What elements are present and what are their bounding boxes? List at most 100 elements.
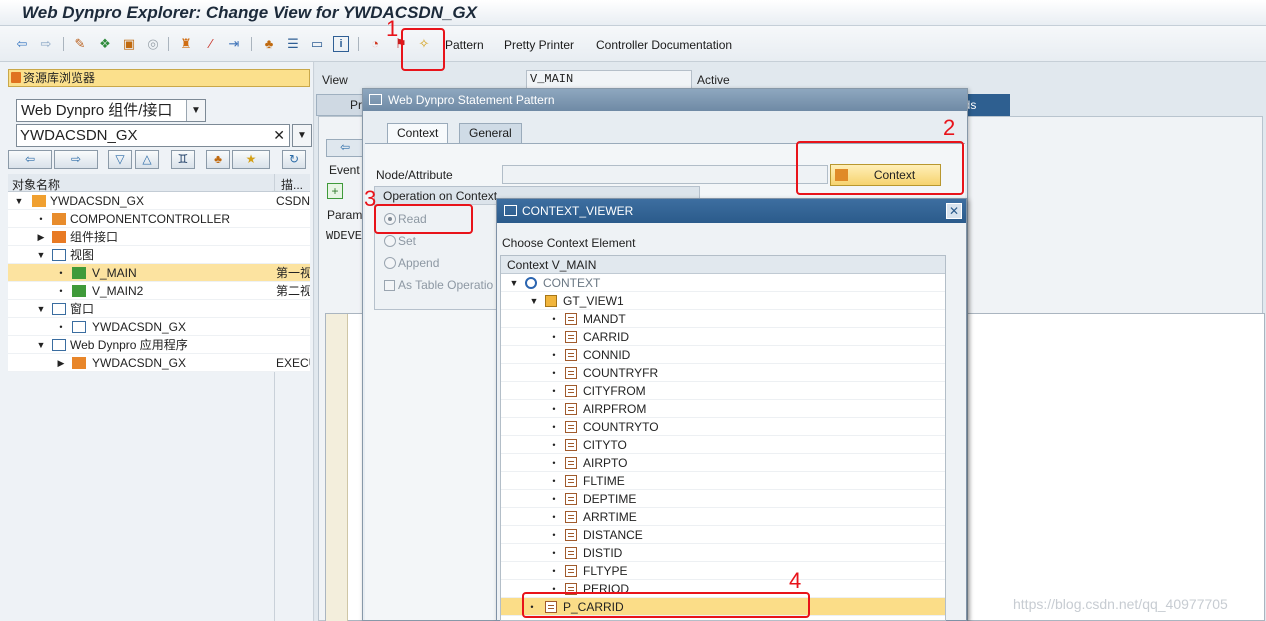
radio-set[interactable]: Set (384, 234, 416, 248)
object-dropdown-button[interactable]: ▼ (292, 124, 312, 147)
node-folder-icon (545, 295, 557, 307)
back-arrow-icon[interactable]: ⇦ (326, 139, 364, 157)
tree-row[interactable]: • V_MAIN2 第二视 (8, 282, 310, 300)
expand-icon[interactable]: △ (135, 150, 159, 169)
add-row-icon[interactable]: + (327, 183, 343, 199)
attribute-row[interactable]: • CONNID (501, 346, 945, 364)
tree-row[interactable]: • COMPONENTCONTROLLER (8, 210, 310, 228)
view-icon (72, 267, 86, 279)
bullet-icon: • (552, 494, 556, 504)
node-attribute-label: Node/Attribute (376, 168, 453, 182)
context-node-row[interactable]: ▼ GT_VIEW1 (501, 292, 945, 310)
expanded-toggle-icon[interactable]: ▼ (509, 274, 519, 292)
favorites-star-icon[interactable]: ★ (232, 150, 270, 169)
radio-append[interactable]: Append (384, 256, 439, 270)
watermark: https://blog.csdn.net/qq_40977705 (1013, 596, 1228, 612)
expanded-toggle-icon[interactable]: ▼ (14, 192, 24, 210)
attribute-row[interactable]: • DISTANCE (501, 526, 945, 544)
choose-context-element-label: Choose Context Element (502, 236, 636, 250)
transport-icon[interactable]: ⇥ (226, 36, 242, 52)
attribute-row[interactable]: • CITYTO (501, 436, 945, 454)
expanded-toggle-icon[interactable]: ▼ (36, 246, 46, 264)
attribute-row[interactable]: • CITYFROM (501, 382, 945, 400)
forward-arrow-icon[interactable]: ⇨ (38, 36, 54, 52)
chevron-down-icon[interactable]: ▼ (186, 100, 205, 121)
tree-row[interactable]: • YWDACSDN_GX (8, 318, 310, 336)
status-label: Active (697, 73, 730, 87)
tree-row[interactable]: ▼ 视图 (8, 246, 310, 264)
expanded-toggle-icon[interactable]: ▼ (36, 300, 46, 318)
context-root-row[interactable]: ▼ CONTEXT (501, 274, 945, 292)
tab-general[interactable]: General (459, 123, 522, 143)
circle-icon[interactable]: ◎ (145, 36, 161, 52)
annotation-box-2 (796, 141, 964, 195)
column-object-name: 对象名称 (12, 178, 61, 192)
bullet-icon: • (552, 476, 556, 486)
attribute-row[interactable]: • DEPTIME (501, 490, 945, 508)
pattern-button[interactable]: Pattern (445, 38, 484, 52)
attribute-icon (565, 313, 577, 325)
bullet-icon: • (552, 422, 556, 432)
collapse-icon[interactable]: ▽ (108, 150, 132, 169)
collapsed-toggle-icon[interactable]: ▶ (56, 354, 66, 372)
back-arrow-icon[interactable]: ⇦ (8, 150, 52, 169)
refresh-icon[interactable]: ↻ (282, 150, 306, 169)
info-icon[interactable]: i (333, 36, 349, 52)
attribute-row[interactable]: • MANDT (501, 310, 945, 328)
node-attribute-field[interactable] (502, 165, 828, 184)
attribute-row[interactable]: • AIRPTO (501, 454, 945, 472)
object-category-select[interactable]: Web Dynpro 组件/接口 ▼ (16, 99, 206, 122)
list-icon[interactable]: ☰ (285, 36, 301, 52)
context-tree-header: Context V_MAIN (501, 256, 945, 274)
radio-icon (384, 257, 396, 269)
object-name-input[interactable]: YWDACSDN_GX ✕ (16, 124, 290, 147)
tree-row[interactable]: ▼ YWDACSDN_GX CSDN (8, 192, 310, 210)
tree-item-desc: 第一视 (276, 266, 310, 280)
hierarchy-icon[interactable]: ♣ (206, 150, 230, 169)
pie-icon[interactable]: ◔ (367, 36, 383, 52)
view-icon (72, 285, 86, 297)
expanded-toggle-icon[interactable]: ▼ (36, 336, 46, 354)
attribute-icon (565, 439, 577, 451)
bullet-icon: • (552, 566, 556, 576)
attribute-row[interactable]: • FLTIME (501, 472, 945, 490)
glasses-icon[interactable]: ✎ (72, 36, 88, 52)
tree-row[interactable]: ▶ YWDACSDN_GX EXECU (8, 354, 310, 372)
repository-browser-header[interactable]: 资源库浏览器 (8, 69, 310, 87)
attribute-row[interactable]: • COUNTRYFR (501, 364, 945, 382)
browser-nav-bar: ⇦ ⇨ ▽ △ ♊ ♣ ★ ↻ (8, 150, 310, 170)
collapsed-toggle-icon[interactable]: ▶ (36, 228, 46, 246)
window-icon[interactable]: ▭ (309, 36, 325, 52)
close-icon[interactable]: ✕ (273, 125, 285, 146)
view-name-field[interactable]: V_MAIN (526, 70, 692, 89)
tree-row[interactable]: ▼ 窗口 (8, 300, 310, 318)
attribute-row[interactable]: • COUNTRYTO (501, 418, 945, 436)
attribute-row[interactable]: • DISTID (501, 544, 945, 562)
attribute-icon (565, 367, 577, 379)
tree-row[interactable]: ▶ 组件接口 (8, 228, 310, 246)
magic-wand-icon[interactable]: ⁄ (203, 36, 219, 52)
controller-documentation-button[interactable]: Controller Documentation (596, 38, 732, 52)
objects-icon[interactable]: ❖ (97, 36, 113, 52)
pretty-printer-button[interactable]: Pretty Printer (504, 38, 574, 52)
attribute-row[interactable]: • CARRID (501, 328, 945, 346)
as-table-operation-checkbox[interactable]: As Table Operatio (384, 278, 493, 292)
tab-context[interactable]: Context (387, 123, 449, 143)
clipboard-icon[interactable]: ▣ (121, 36, 137, 52)
tree-item-label: COMPONENTCONTROLLER (70, 212, 231, 226)
tree-row[interactable]: • V_MAIN 第一视 (8, 264, 310, 282)
forward-arrow-icon[interactable]: ⇨ (54, 150, 98, 169)
expanded-toggle-icon[interactable]: ▼ (529, 292, 539, 310)
hierarchy-icon (11, 72, 21, 83)
interface-icon (52, 231, 66, 243)
binoculars-icon[interactable]: ♊ (171, 150, 195, 169)
tree-icon[interactable]: ♣ (261, 36, 277, 52)
back-arrow-icon[interactable]: ⇦ (14, 36, 30, 52)
close-icon[interactable]: ✕ (946, 203, 962, 219)
attribute-row[interactable]: • FLTYPE (501, 562, 945, 580)
attribute-row[interactable]: • ARRTIME (501, 508, 945, 526)
tree-row[interactable]: ▼ Web Dynpro 应用程序 (8, 336, 310, 354)
tree-item-desc: EXECU (276, 356, 310, 370)
attribute-row[interactable]: • AIRPFROM (501, 400, 945, 418)
hierarchy-icon[interactable]: ♜ (178, 36, 194, 52)
